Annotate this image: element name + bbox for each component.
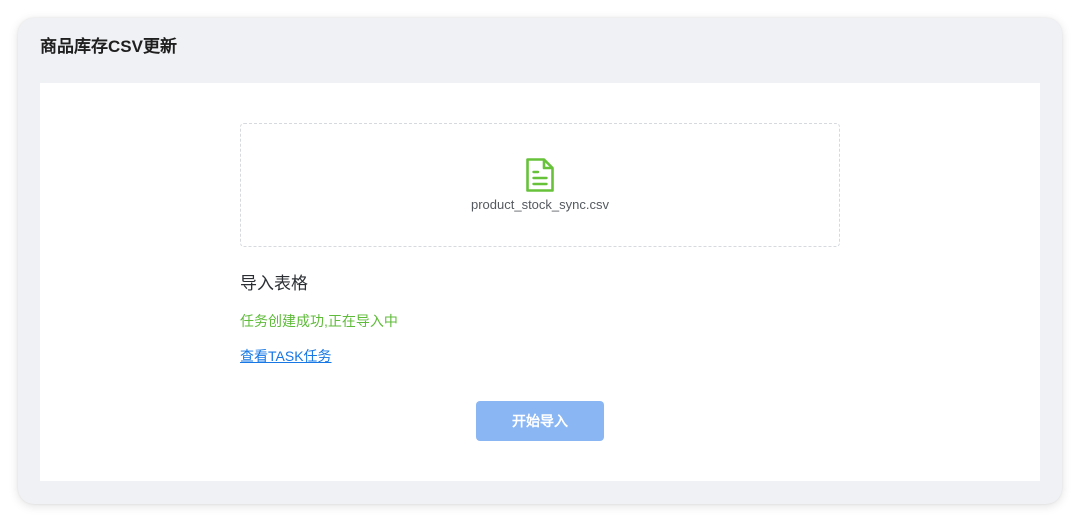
file-dropzone[interactable]: product_stock_sync.csv [240, 123, 840, 247]
start-import-button[interactable]: 开始导入 [476, 401, 604, 441]
file-text-icon [524, 157, 556, 193]
import-card: 商品库存CSV更新 product_stock_sync.csv 导入表格 任务… [18, 18, 1062, 504]
uploaded-file-name: product_stock_sync.csv [470, 197, 609, 212]
page-title: 商品库存CSV更新 [40, 37, 177, 56]
view-task-link[interactable]: 查看TASK任务 [240, 346, 332, 366]
import-table-heading: 导入表格 [240, 274, 308, 293]
task-status-message: 任务创建成功,正在导入中 [240, 313, 398, 329]
import-panel: product_stock_sync.csv 导入表格 任务创建成功,正在导入中… [40, 83, 1040, 481]
